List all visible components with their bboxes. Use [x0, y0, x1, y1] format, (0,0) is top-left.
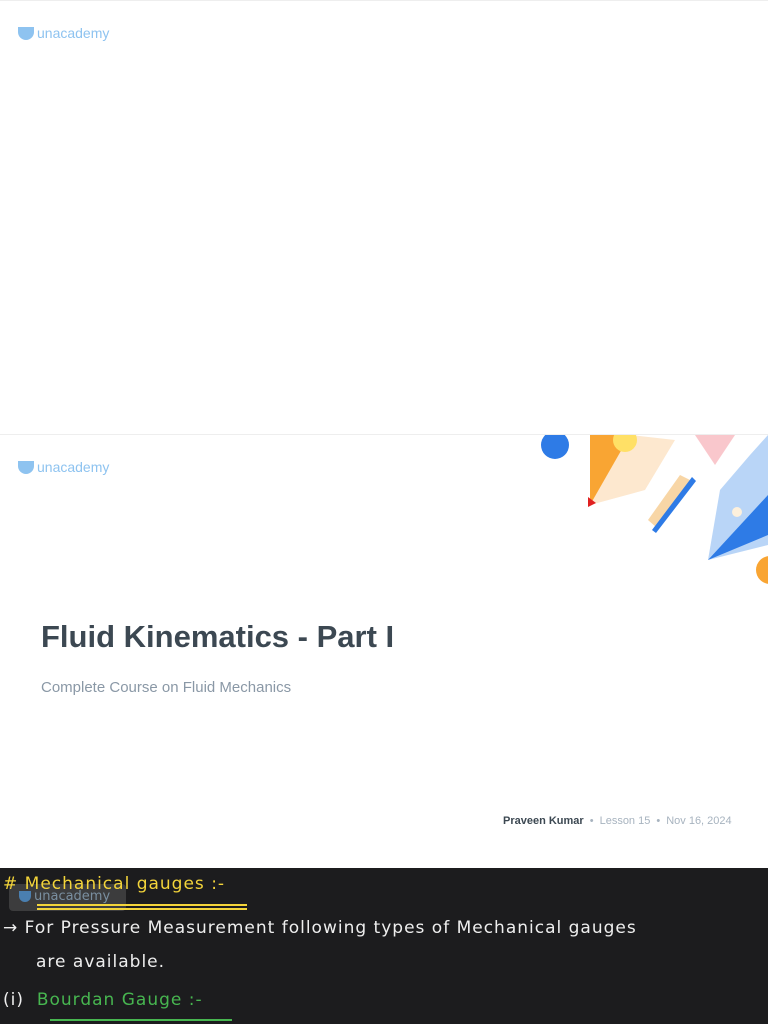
lesson-title: Fluid Kinematics - Part I [41, 619, 395, 654]
handwritten-notes-board: unacademy # Mechanical gauges :- → For P… [0, 868, 768, 1024]
notes-line: are available. [36, 952, 166, 972]
item-underline [50, 1019, 232, 1021]
lesson-date: Nov 16, 2024 [666, 815, 732, 827]
notes-item: (i) Bourdan Gauge :- [3, 990, 203, 1010]
title-slide: unacademy Fluid Kinematics - Part I Comp… [0, 434, 768, 868]
blank-slide: unacademy [0, 0, 768, 433]
separator: • [656, 815, 661, 827]
lesson-number: Lesson 15 [599, 815, 651, 827]
logo-text: unacademy [37, 459, 110, 475]
notes-heading: # Mechanical gauges :- [3, 874, 226, 894]
logo-icon [18, 460, 34, 474]
notes-line: → For Pressure Measurement following typ… [3, 918, 637, 938]
item-title: Bourdan Gauge :- [36, 990, 203, 1010]
heading-underline [37, 904, 247, 906]
logo-text: unacademy [37, 25, 110, 41]
course-subtitle: Complete Course on Fluid Mechanics [41, 679, 292, 696]
item-number: (i) [3, 990, 24, 1010]
separator: • [589, 815, 594, 827]
educator-name: Praveen Kumar [503, 815, 584, 827]
lesson-meta: Praveen Kumar • Lesson 15 • Nov 16, 2024 [503, 815, 732, 827]
unacademy-logo: unacademy [18, 459, 109, 475]
unacademy-logo: unacademy [18, 25, 109, 41]
stationery-illustration [541, 435, 768, 584]
logo-icon [18, 26, 34, 40]
